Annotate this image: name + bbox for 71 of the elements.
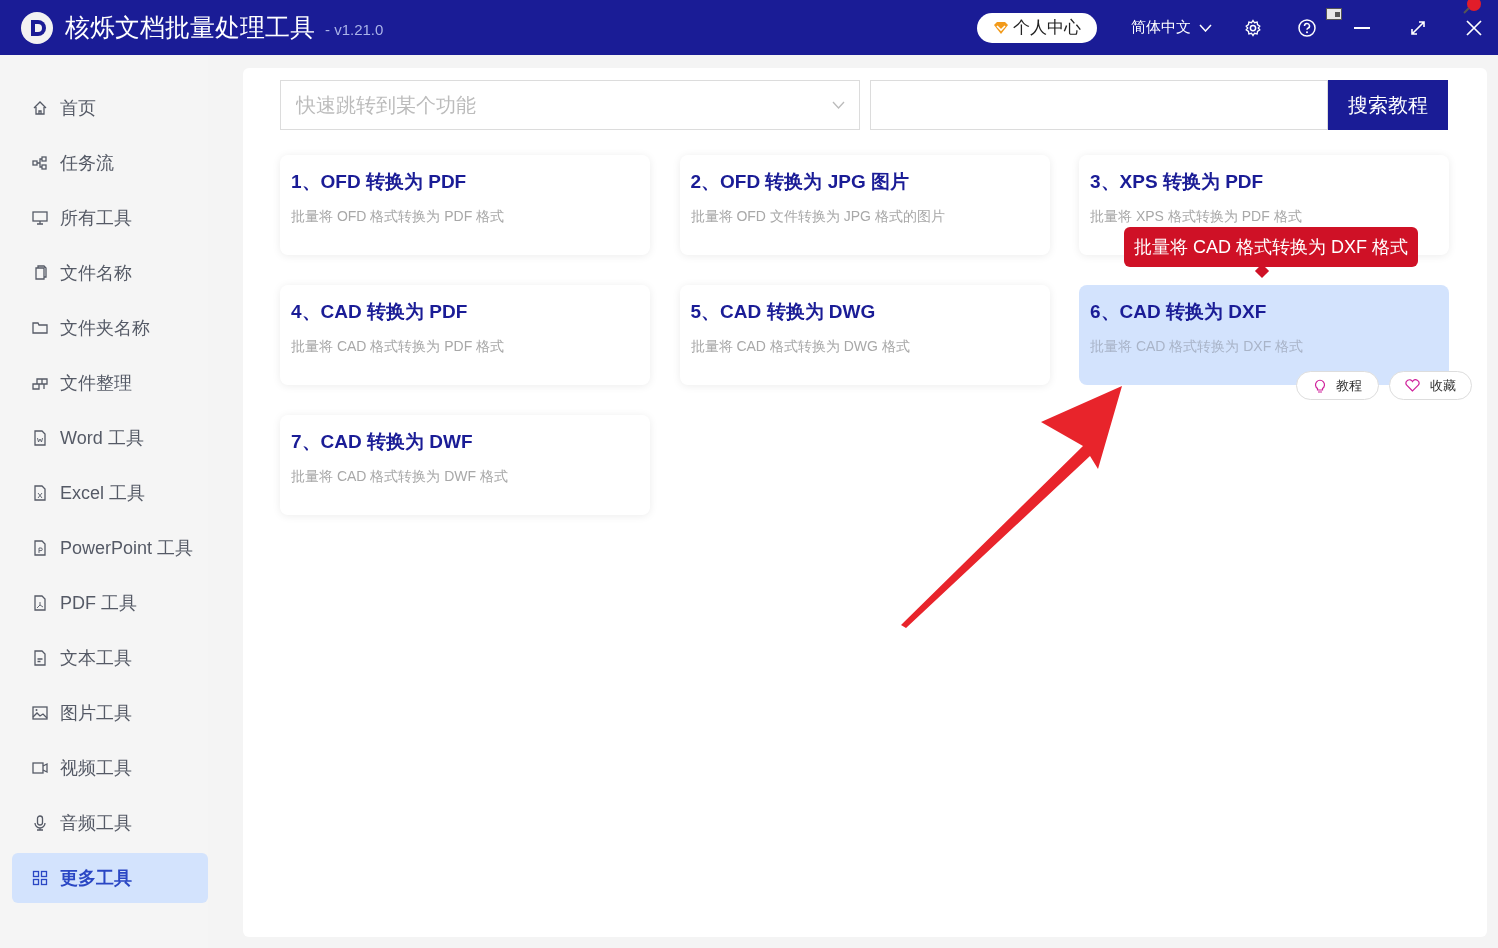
card-title: 3、XPS 转换为 PDF	[1090, 170, 1265, 194]
chevron-down-icon	[1199, 23, 1212, 32]
sidebar-item[interactable]: 视频工具	[12, 743, 208, 793]
user-center-button[interactable]: 个人中心	[977, 12, 1097, 43]
card-description: 批量将 OFD 文件转换为 JPG 格式的图片	[690, 206, 946, 226]
pdf-file-icon	[32, 595, 48, 611]
tool-card[interactable]: 5、CAD 转换为 DWG 批量将 CAD 格式转换为 DWG 格式	[679, 285, 1050, 385]
sidebar-item[interactable]: 更多工具	[12, 853, 208, 903]
monitor-icon	[32, 210, 48, 226]
tool-card[interactable]: 2、OFD 转换为 JPG 图片 批量将 OFD 文件转换为 JPG 格式的图片	[679, 155, 1050, 255]
video-camera-icon	[32, 760, 48, 776]
tutorial-button[interactable]: 教程	[1296, 371, 1379, 400]
word-file-icon	[32, 430, 48, 446]
app-logo-icon	[20, 10, 54, 45]
sidebar-item[interactable]: 图片工具	[12, 688, 208, 738]
sidebar-item[interactable]: 任务流	[12, 138, 208, 188]
folder-icon	[32, 320, 48, 336]
search-tutorial-button[interactable]: 搜索教程	[1328, 80, 1448, 130]
card-title: 5、CAD 转换为 DWG	[690, 300, 877, 324]
powerpoint-file-icon	[32, 540, 48, 556]
card-title: 4、CAD 转换为 PDF	[291, 300, 469, 324]
app-version: - v1.21.0	[325, 20, 384, 41]
sidebar-item[interactable]: 文件名称	[12, 248, 208, 298]
favorite-button[interactable]: 收藏	[1389, 371, 1472, 400]
help-icon[interactable]	[1298, 18, 1316, 37]
image-icon	[32, 705, 48, 721]
home-icon	[32, 100, 48, 116]
sidebar-item[interactable]: PowerPoint 工具	[12, 523, 208, 573]
sidebar-item[interactable]: 所有工具	[12, 193, 208, 243]
card-title: 1、OFD 转换为 PDF	[291, 170, 468, 194]
close-icon[interactable]	[1466, 19, 1482, 36]
maximize-icon[interactable]	[1410, 19, 1426, 36]
window-icon[interactable]	[1326, 7, 1342, 20]
app-title: 核烁文档批量处理工具	[65, 11, 315, 43]
card-title: 7、CAD 转换为 DWF	[291, 430, 474, 454]
card-title: 2、OFD 转换为 JPG 图片	[690, 170, 911, 194]
language-dropdown[interactable]: 简体中文	[1131, 16, 1212, 39]
sidebar-item[interactable]: 文件夹名称	[12, 303, 208, 353]
excel-file-icon	[32, 485, 48, 501]
tool-card[interactable]: 7、CAD 转换为 DWF 批量将 CAD 格式转换为 DWF 格式	[280, 415, 650, 515]
grid-icon	[32, 870, 48, 886]
card-description: 批量将 CAD 格式转换为 DWG 格式	[690, 336, 911, 356]
sidebar-item[interactable]: 首页	[12, 83, 208, 133]
sidebar-item[interactable]: Excel 工具	[12, 468, 208, 518]
sidebar-item[interactable]: PDF 工具	[12, 578, 208, 628]
function-search-dropdown[interactable]: 快速跳转到某个功能	[280, 80, 860, 130]
documents-icon	[32, 265, 48, 281]
chevron-down-icon	[832, 101, 845, 109]
tutorial-search-field[interactable]	[870, 80, 1328, 130]
pin-icon	[1462, 0, 1482, 14]
flow-icon	[32, 155, 48, 171]
card-description: 批量将 OFD 格式转换为 PDF 格式	[291, 206, 506, 226]
tool-card[interactable]: 4、CAD 转换为 PDF 批量将 CAD 格式转换为 PDF 格式	[280, 285, 650, 385]
microphone-icon	[32, 815, 48, 831]
lightbulb-icon	[1313, 378, 1326, 393]
card-description: 批量将 CAD 格式转换为 DWF 格式	[291, 466, 509, 486]
tooltip: 批量将 CAD 格式转换为 DXF 格式	[1124, 227, 1418, 267]
sidebar-item[interactable]: Word 工具	[12, 413, 208, 463]
diamond-icon	[993, 20, 1009, 35]
sidebar-item[interactable]: 音频工具	[12, 798, 208, 848]
text-file-icon	[32, 650, 48, 666]
card-description: 批量将 XPS 格式转换为 PDF 格式	[1090, 206, 1303, 226]
card-description: 批量将 CAD 格式转换为 PDF 格式	[291, 336, 506, 356]
heart-icon	[1405, 379, 1420, 392]
settings-icon[interactable]	[1244, 18, 1262, 37]
minimize-icon[interactable]	[1354, 26, 1370, 29]
sidebar-item[interactable]: 文件整理	[12, 358, 208, 408]
sidebar-item[interactable]: 文本工具	[12, 633, 208, 683]
tool-card[interactable]: 1、OFD 转换为 PDF 批量将 OFD 格式转换为 PDF 格式	[280, 155, 650, 255]
card-title: 6、CAD 转换为 DXF	[1090, 300, 1268, 324]
blocks-icon	[32, 375, 48, 391]
